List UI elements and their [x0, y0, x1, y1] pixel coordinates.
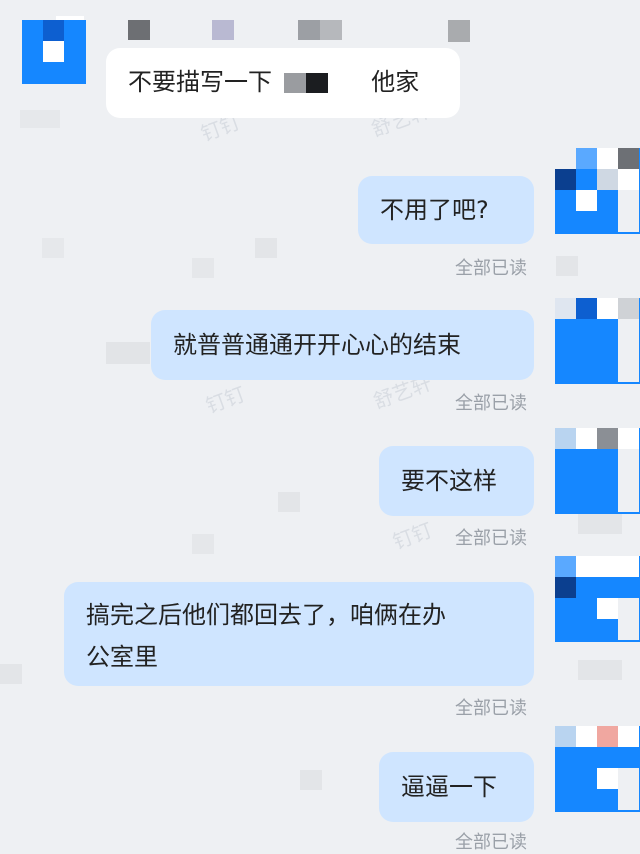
redacted-pixels: [305, 73, 328, 93]
message-text: 他家: [371, 68, 420, 96]
avatar-pixel: [555, 556, 576, 577]
message-text-line: 公室里: [86, 643, 158, 671]
mosaic-block: [0, 664, 22, 684]
mosaic-block: [255, 238, 277, 258]
avatar-pixel: [618, 619, 639, 640]
avatar-pixel: [555, 726, 576, 747]
avatar-pixel: [555, 298, 576, 319]
avatar-pixel: [618, 319, 639, 340]
message-bubble-sent[interactable]: 逼逼一下: [379, 752, 534, 822]
mosaic-block: [278, 492, 300, 512]
message-text: 就普普通通开开心心的结束: [173, 331, 461, 359]
avatar-pixel: [597, 768, 618, 789]
avatar-pixel: [618, 491, 639, 512]
avatar-pixel: [576, 428, 597, 449]
avatar-pixel: [618, 211, 639, 232]
avatar-pixel: [43, 20, 64, 41]
message-bubble-sent[interactable]: 要不这样: [379, 446, 534, 516]
avatar-pixel: [618, 768, 639, 789]
avatar-pixel: [576, 726, 597, 747]
avatar-pixel: [618, 556, 639, 577]
avatar-pixel: [618, 449, 639, 470]
my-avatar[interactable]: [555, 556, 640, 642]
mosaic-block: [320, 20, 342, 40]
message-bubble-received[interactable]: 不要描写一下 他家: [106, 48, 460, 118]
message-bubble-sent[interactable]: 就普普通通开开心心的结束: [151, 310, 534, 380]
message-text: 逼逼一下: [401, 773, 497, 801]
avatar-pixel: [618, 361, 639, 382]
my-avatar[interactable]: [555, 726, 640, 812]
avatar-pixel: [618, 598, 639, 619]
read-status: 全部已读: [455, 258, 527, 279]
watermark: 钉钉: [389, 517, 436, 555]
mosaic-block: [20, 110, 60, 128]
avatar-pixel: [576, 148, 597, 169]
mosaic-block: [212, 20, 234, 40]
mosaic-block: [42, 238, 64, 258]
message-text: 不要描写一下: [128, 68, 272, 96]
avatar-pixel: [618, 470, 639, 491]
mosaic-block: [298, 20, 320, 40]
avatar-pixel: [618, 428, 639, 449]
avatar-pixel: [618, 789, 639, 810]
message-text-line: 搞完之后他们都回去了，咱俩在办: [86, 601, 446, 629]
avatar-pixel: [618, 726, 639, 747]
mosaic-block: [192, 258, 214, 278]
read-status: 全部已读: [455, 393, 527, 414]
avatar-pixel: [597, 726, 618, 747]
avatar-pixel: [597, 148, 618, 169]
avatar-pixel: [555, 148, 576, 169]
message-bubble-sent[interactable]: 不用了吧?: [358, 176, 534, 244]
avatar-pixel: [618, 340, 639, 361]
mosaic-block: [556, 256, 578, 276]
watermark: 钉钉: [202, 381, 249, 419]
avatar-pixel: [597, 169, 618, 190]
avatar-pixel: [597, 298, 618, 319]
redacted-pixels: [283, 73, 306, 93]
message-text: 要不这样: [401, 467, 497, 495]
mosaic-block: [192, 534, 214, 554]
contact-avatar[interactable]: [22, 20, 86, 84]
avatar-pixel: [618, 190, 639, 211]
avatar-pixel: [618, 148, 639, 169]
avatar-pixel: [597, 428, 618, 449]
avatar-pixel: [618, 298, 639, 319]
avatar-pixel: [597, 598, 618, 619]
avatar-pixel: [555, 169, 576, 190]
avatar-pixel: [576, 556, 597, 577]
avatar-pixel: [597, 556, 618, 577]
avatar-pixel: [555, 577, 576, 598]
read-status: 全部已读: [455, 832, 527, 853]
message-text: 不用了吧?: [380, 196, 489, 224]
my-avatar[interactable]: [555, 148, 640, 234]
mosaic-block: [578, 660, 622, 680]
mosaic-block: [578, 514, 622, 534]
mosaic-block: [300, 770, 322, 790]
mosaic-block: [448, 20, 470, 42]
avatar-pixel: [576, 298, 597, 319]
read-status: 全部已读: [455, 698, 527, 719]
mosaic-block: [106, 342, 150, 364]
my-avatar[interactable]: [555, 428, 640, 514]
avatar-pixel: [555, 428, 576, 449]
avatar-pixel: [618, 169, 639, 190]
my-avatar[interactable]: [555, 298, 640, 384]
mosaic-block: [128, 20, 150, 40]
read-status: 全部已读: [455, 528, 527, 549]
avatar-pixel: [43, 41, 64, 62]
avatar-pixel: [576, 190, 597, 211]
message-bubble-sent[interactable]: 搞完之后他们都回去了，咱俩在办 公室里: [64, 582, 534, 686]
